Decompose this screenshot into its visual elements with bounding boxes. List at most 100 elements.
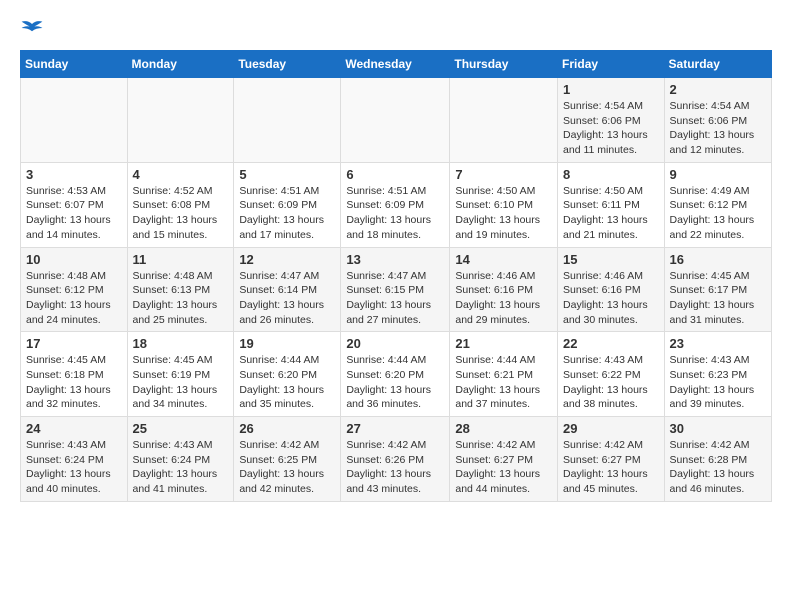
day-info: Sunrise: 4:49 AM Sunset: 6:12 PM Dayligh…	[670, 184, 766, 243]
calendar-cell: 1 Sunrise: 4:54 AM Sunset: 6:06 PM Daylig…	[558, 78, 665, 163]
day-number: 10	[26, 252, 122, 267]
calendar-cell: 8Sunrise: 4:50 AM Sunset: 6:11 PM Daylig…	[558, 162, 665, 247]
day-info: Sunrise: 4:48 AM Sunset: 6:12 PM Dayligh…	[26, 269, 122, 328]
calendar-cell: 26Sunrise: 4:42 AM Sunset: 6:25 PM Dayli…	[234, 417, 341, 502]
day-info: Sunrise: 4:43 AM Sunset: 6:24 PM Dayligh…	[133, 438, 229, 497]
day-info: Sunrise: 4:42 AM Sunset: 6:27 PM Dayligh…	[455, 438, 552, 497]
calendar-cell	[21, 78, 128, 163]
day-info: Sunrise: 4:50 AM Sunset: 6:11 PM Dayligh…	[563, 184, 659, 243]
calendar-cell: 27Sunrise: 4:42 AM Sunset: 6:26 PM Dayli…	[341, 417, 450, 502]
day-info: Sunrise: 4:45 AM Sunset: 6:19 PM Dayligh…	[133, 353, 229, 412]
day-number: 14	[455, 252, 552, 267]
logo-bird-icon	[20, 20, 44, 40]
day-number: 30	[670, 421, 766, 436]
day-number: 23	[670, 336, 766, 351]
day-number: 29	[563, 421, 659, 436]
day-number: 24	[26, 421, 122, 436]
day-info: Sunrise: 4:52 AM Sunset: 6:08 PM Dayligh…	[133, 184, 229, 243]
day-number: 5	[239, 167, 335, 182]
calendar-cell: 21 Sunrise: 4:44 AM Sunset: 6:21 PM Dayli…	[450, 332, 558, 417]
day-info: Sunrise: 4:51 AM Sunset: 6:09 PM Dayligh…	[346, 184, 444, 243]
weekday-header-thursday: Thursday	[450, 51, 558, 78]
day-info: Sunrise: 4:50 AM Sunset: 6:10 PM Dayligh…	[455, 184, 552, 243]
week-row-5: 24 Sunrise: 4:43 AM Sunset: 6:24 PM Dayli…	[21, 417, 772, 502]
day-info: Sunrise: 4:48 AM Sunset: 6:13 PM Dayligh…	[133, 269, 229, 328]
week-row-3: 10 Sunrise: 4:48 AM Sunset: 6:12 PM Dayli…	[21, 247, 772, 332]
day-number: 6	[346, 167, 444, 182]
day-number: 12	[239, 252, 335, 267]
day-number: 22	[563, 336, 659, 351]
day-info: Sunrise: 4:42 AM Sunset: 6:25 PM Dayligh…	[239, 438, 335, 497]
calendar-cell: 22Sunrise: 4:43 AM Sunset: 6:22 PM Dayli…	[558, 332, 665, 417]
day-info: Sunrise: 4:43 AM Sunset: 6:23 PM Dayligh…	[670, 353, 766, 412]
weekday-header-sunday: Sunday	[21, 51, 128, 78]
day-number: 13	[346, 252, 444, 267]
day-info: Sunrise: 4:51 AM Sunset: 6:09 PM Dayligh…	[239, 184, 335, 243]
day-info: Sunrise: 4:44 AM Sunset: 6:20 PM Dayligh…	[346, 353, 444, 412]
calendar-cell: 15 Sunrise: 4:46 AM Sunset: 6:16 PM Dayli…	[558, 247, 665, 332]
logo	[20, 20, 48, 40]
day-number: 7	[455, 167, 552, 182]
calendar-cell: 3 Sunrise: 4:53 AM Sunset: 6:07 PM Daylig…	[21, 162, 128, 247]
weekday-header-row: SundayMondayTuesdayWednesdayThursdayFrid…	[21, 51, 772, 78]
calendar-cell: 7 Sunrise: 4:50 AM Sunset: 6:10 PM Daylig…	[450, 162, 558, 247]
day-info: Sunrise: 4:47 AM Sunset: 6:15 PM Dayligh…	[346, 269, 444, 328]
day-info: Sunrise: 4:46 AM Sunset: 6:16 PM Dayligh…	[455, 269, 552, 328]
calendar-cell: 19Sunrise: 4:44 AM Sunset: 6:20 PM Dayli…	[234, 332, 341, 417]
calendar-cell	[450, 78, 558, 163]
day-info: Sunrise: 4:42 AM Sunset: 6:28 PM Dayligh…	[670, 438, 766, 497]
calendar-cell: 18 Sunrise: 4:45 AM Sunset: 6:19 PM Dayli…	[127, 332, 234, 417]
day-info: Sunrise: 4:45 AM Sunset: 6:17 PM Dayligh…	[670, 269, 766, 328]
calendar-cell: 6 Sunrise: 4:51 AM Sunset: 6:09 PM Daylig…	[341, 162, 450, 247]
day-info: Sunrise: 4:45 AM Sunset: 6:18 PM Dayligh…	[26, 353, 122, 412]
day-info: Sunrise: 4:44 AM Sunset: 6:21 PM Dayligh…	[455, 353, 552, 412]
day-number: 19	[239, 336, 335, 351]
calendar-cell: 28 Sunrise: 4:42 AM Sunset: 6:27 PM Dayli…	[450, 417, 558, 502]
calendar-cell: 11 Sunrise: 4:48 AM Sunset: 6:13 PM Dayli…	[127, 247, 234, 332]
day-number: 18	[133, 336, 229, 351]
day-number: 20	[346, 336, 444, 351]
day-number: 17	[26, 336, 122, 351]
calendar-cell: 13 Sunrise: 4:47 AM Sunset: 6:15 PM Dayli…	[341, 247, 450, 332]
day-info: Sunrise: 4:54 AM Sunset: 6:06 PM Dayligh…	[670, 99, 766, 158]
week-row-4: 17 Sunrise: 4:45 AM Sunset: 6:18 PM Dayli…	[21, 332, 772, 417]
calendar-cell: 16 Sunrise: 4:45 AM Sunset: 6:17 PM Dayli…	[664, 247, 771, 332]
weekday-header-friday: Friday	[558, 51, 665, 78]
day-number: 21	[455, 336, 552, 351]
calendar-cell: 25 Sunrise: 4:43 AM Sunset: 6:24 PM Dayli…	[127, 417, 234, 502]
weekday-header-tuesday: Tuesday	[234, 51, 341, 78]
calendar-cell: 23 Sunrise: 4:43 AM Sunset: 6:23 PM Dayli…	[664, 332, 771, 417]
calendar-cell: 5 Sunrise: 4:51 AM Sunset: 6:09 PM Daylig…	[234, 162, 341, 247]
day-number: 15	[563, 252, 659, 267]
day-number: 11	[133, 252, 229, 267]
calendar-cell: 10 Sunrise: 4:48 AM Sunset: 6:12 PM Dayli…	[21, 247, 128, 332]
calendar-cell: 17 Sunrise: 4:45 AM Sunset: 6:18 PM Dayli…	[21, 332, 128, 417]
week-row-2: 3 Sunrise: 4:53 AM Sunset: 6:07 PM Daylig…	[21, 162, 772, 247]
weekday-header-monday: Monday	[127, 51, 234, 78]
day-info: Sunrise: 4:42 AM Sunset: 6:27 PM Dayligh…	[563, 438, 659, 497]
calendar-cell: 14 Sunrise: 4:46 AM Sunset: 6:16 PM Dayli…	[450, 247, 558, 332]
calendar-table: SundayMondayTuesdayWednesdayThursdayFrid…	[20, 50, 772, 502]
page-header	[20, 20, 772, 40]
day-number: 25	[133, 421, 229, 436]
calendar-cell: 12 Sunrise: 4:47 AM Sunset: 6:14 PM Dayli…	[234, 247, 341, 332]
day-info: Sunrise: 4:54 AM Sunset: 6:06 PM Dayligh…	[563, 99, 659, 158]
calendar-cell: 4 Sunrise: 4:52 AM Sunset: 6:08 PM Daylig…	[127, 162, 234, 247]
day-number: 9	[670, 167, 766, 182]
calendar-cell	[341, 78, 450, 163]
day-number: 4	[133, 167, 229, 182]
calendar-cell: 20 Sunrise: 4:44 AM Sunset: 6:20 PM Dayli…	[341, 332, 450, 417]
calendar-cell	[127, 78, 234, 163]
day-info: Sunrise: 4:42 AM Sunset: 6:26 PM Dayligh…	[346, 438, 444, 497]
weekday-header-saturday: Saturday	[664, 51, 771, 78]
day-info: Sunrise: 4:47 AM Sunset: 6:14 PM Dayligh…	[239, 269, 335, 328]
day-number: 16	[670, 252, 766, 267]
calendar-cell: 24 Sunrise: 4:43 AM Sunset: 6:24 PM Dayli…	[21, 417, 128, 502]
calendar-cell: 2Sunrise: 4:54 AM Sunset: 6:06 PM Daylig…	[664, 78, 771, 163]
day-number: 28	[455, 421, 552, 436]
day-number: 1	[563, 82, 659, 97]
day-info: Sunrise: 4:43 AM Sunset: 6:24 PM Dayligh…	[26, 438, 122, 497]
day-info: Sunrise: 4:53 AM Sunset: 6:07 PM Dayligh…	[26, 184, 122, 243]
day-number: 3	[26, 167, 122, 182]
day-info: Sunrise: 4:46 AM Sunset: 6:16 PM Dayligh…	[563, 269, 659, 328]
